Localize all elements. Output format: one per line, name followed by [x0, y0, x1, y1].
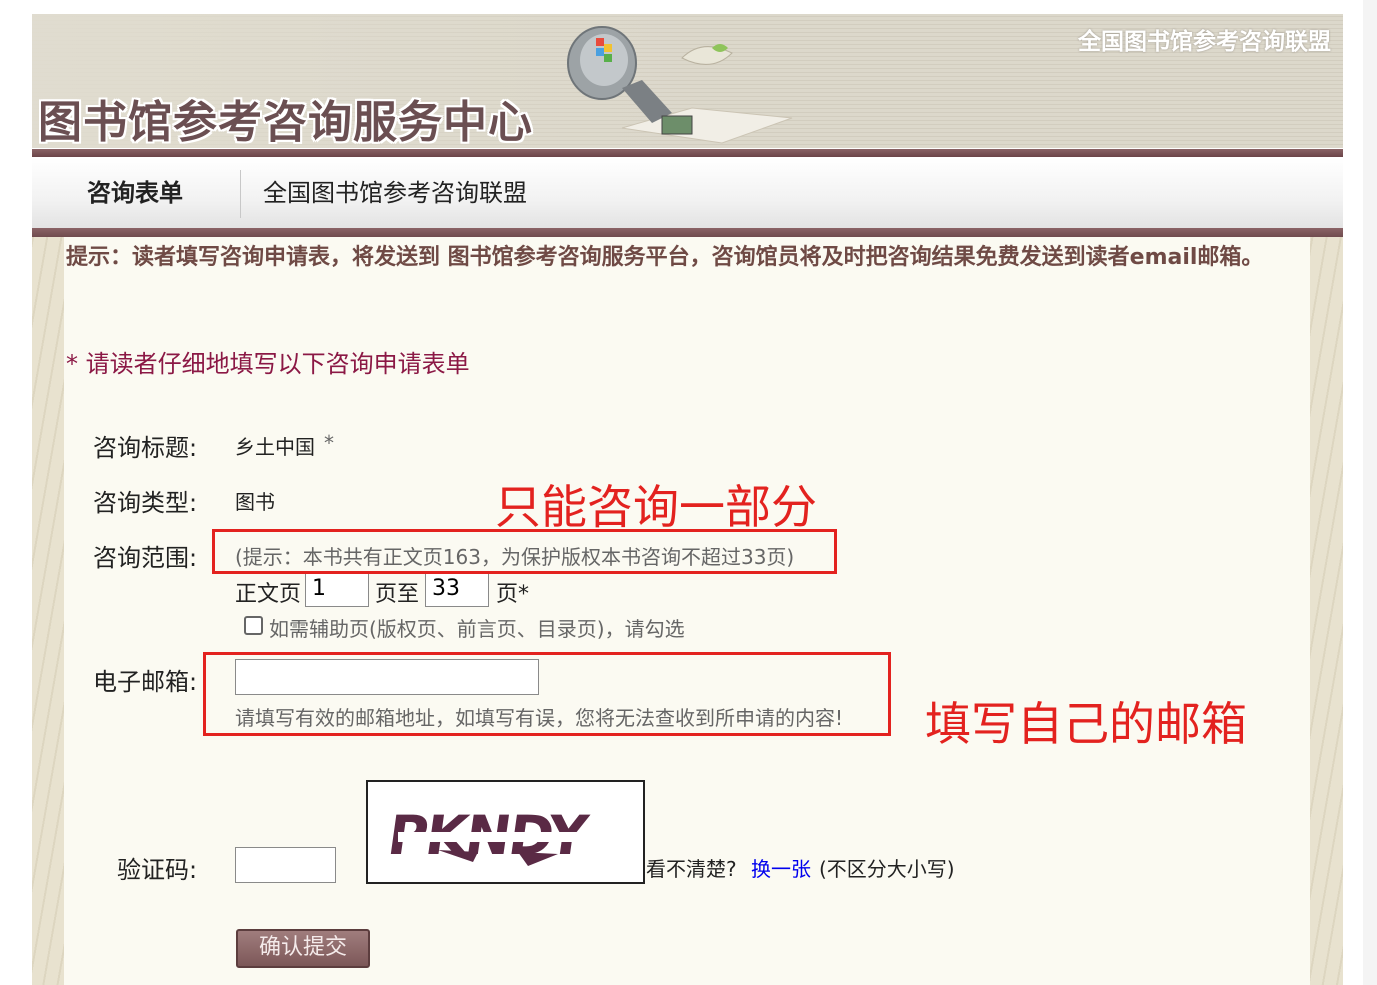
alliance-header-link[interactable]: 全国图书馆参考咨询联盟: [1078, 22, 1331, 56]
type-label: 咨询类型:: [93, 489, 198, 517]
aux-pages-checkbox[interactable]: [244, 616, 263, 635]
title-label: 咨询标题:: [93, 434, 198, 462]
page: { "header": { "site_title": "图书馆参考咨询服务中心…: [0, 0, 1377, 985]
page-suffix: 页*: [496, 582, 530, 607]
nav-separator: [32, 228, 1343, 237]
notice-hint: 提示：读者填写咨询申请表，将发送到 图书馆参考咨询服务平台，咨询馆员将及时把咨询…: [66, 245, 1264, 270]
page-to-input[interactable]: 33: [425, 571, 489, 607]
banner-separator: [32, 149, 1343, 157]
required-note: * 请读者仔细地填写以下咨询申请表单: [66, 350, 470, 378]
site-title: 图书馆参考咨询服务中心: [38, 97, 533, 148]
nav-bar: 咨询表单 全国图书馆参考咨询联盟: [32, 158, 1343, 228]
email-highlight-box: [203, 652, 891, 736]
captcha-case-note: (不区分大小写): [819, 857, 955, 881]
tab-alliance[interactable]: 全国图书馆参考咨询联盟: [263, 158, 527, 228]
aux-pages-label: 如需辅助页(版权页、前言页、目录页)，请勾选: [269, 617, 685, 641]
type-value: 图书: [235, 490, 275, 514]
email-annotation: 填写自己的邮箱: [925, 697, 1247, 751]
scrollbar[interactable]: [1363, 0, 1377, 985]
captcha-unclear-text: 看不清楚?: [646, 857, 737, 881]
page-mid: 页至: [375, 582, 420, 607]
satellite-dish-logo-icon: [567, 26, 793, 144]
tab-consult-form[interactable]: 咨询表单: [87, 158, 183, 228]
title-required-mark: *: [324, 431, 334, 455]
submit-button[interactable]: 确认提交: [236, 929, 370, 968]
title-value: 乡土中国: [235, 435, 315, 459]
site-banner: 图书馆参考咨询服务中心 全国图书馆参考咨询联盟: [32, 14, 1343, 148]
page-from-input[interactable]: 1: [305, 571, 369, 607]
email-label: 电子邮箱:: [93, 668, 198, 696]
nav-divider: [240, 170, 241, 218]
page-prefix: 正文页: [235, 582, 302, 607]
captcha-refresh-link[interactable]: 换一张: [751, 853, 811, 882]
captcha-label: 验证码:: [117, 856, 198, 884]
range-label: 咨询范围:: [93, 544, 198, 572]
range-annotation: 只能咨询一部分: [495, 480, 817, 534]
captcha-graphic: PKNDY: [384, 804, 598, 867]
captcha-input[interactable]: [235, 847, 336, 883]
captcha-image: PKNDY: [366, 780, 645, 884]
